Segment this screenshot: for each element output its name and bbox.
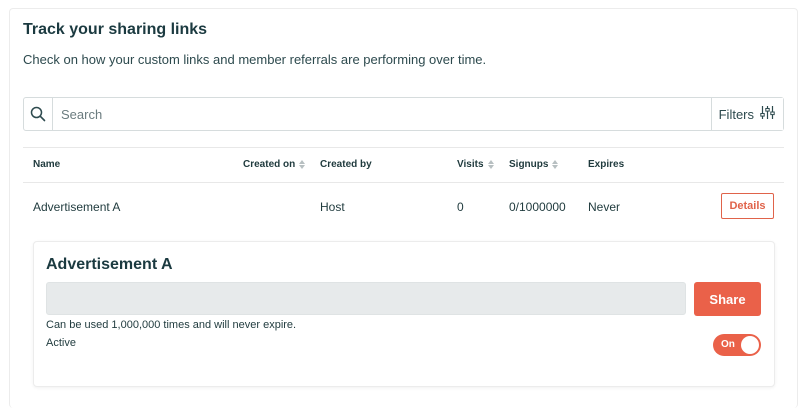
- sort-icon: [552, 160, 559, 169]
- detail-title: Advertisement A: [46, 256, 173, 273]
- row-visits: 0: [457, 200, 464, 214]
- filters-button[interactable]: Filters: [710, 98, 783, 130]
- details-button[interactable]: Details: [721, 193, 774, 219]
- active-label: Active: [46, 337, 76, 349]
- sort-icon: [487, 160, 494, 169]
- page-title: Track your sharing links: [23, 21, 208, 38]
- search-bar: Filters: [23, 97, 784, 131]
- column-header-visits[interactable]: Visits: [457, 159, 494, 170]
- search-icon[interactable]: [24, 98, 53, 130]
- row-name: Advertisement A: [33, 200, 121, 214]
- column-header-expires: Expires: [588, 159, 625, 170]
- link-detail-panel: Advertisement A Share Can be used 1,000,…: [33, 241, 775, 387]
- row-expires: Never: [588, 200, 621, 214]
- toggle-knob: [741, 336, 759, 354]
- active-toggle[interactable]: On: [713, 334, 761, 356]
- sort-icon: [299, 160, 306, 169]
- usage-note: Can be used 1,000,000 times and will nev…: [46, 319, 297, 331]
- table-header: Name Created on Created by Visits Signup…: [23, 147, 784, 183]
- row-created-by: Host: [320, 200, 345, 214]
- page-subtitle: Check on how your custom links and membe…: [23, 52, 487, 67]
- share-button[interactable]: Share: [694, 282, 761, 316]
- column-header-name: Name: [33, 159, 61, 170]
- column-header-created-on[interactable]: Created on: [243, 159, 306, 170]
- search-input[interactable]: [53, 98, 711, 130]
- column-header-signups[interactable]: Signups: [509, 159, 559, 170]
- share-link-field[interactable]: [46, 282, 686, 315]
- toggle-state-label: On: [721, 339, 735, 350]
- sliders-icon: [760, 105, 775, 123]
- column-header-created-by: Created by: [320, 159, 372, 170]
- filters-label: Filters: [718, 106, 754, 122]
- row-signups: 0/1000000: [509, 200, 566, 214]
